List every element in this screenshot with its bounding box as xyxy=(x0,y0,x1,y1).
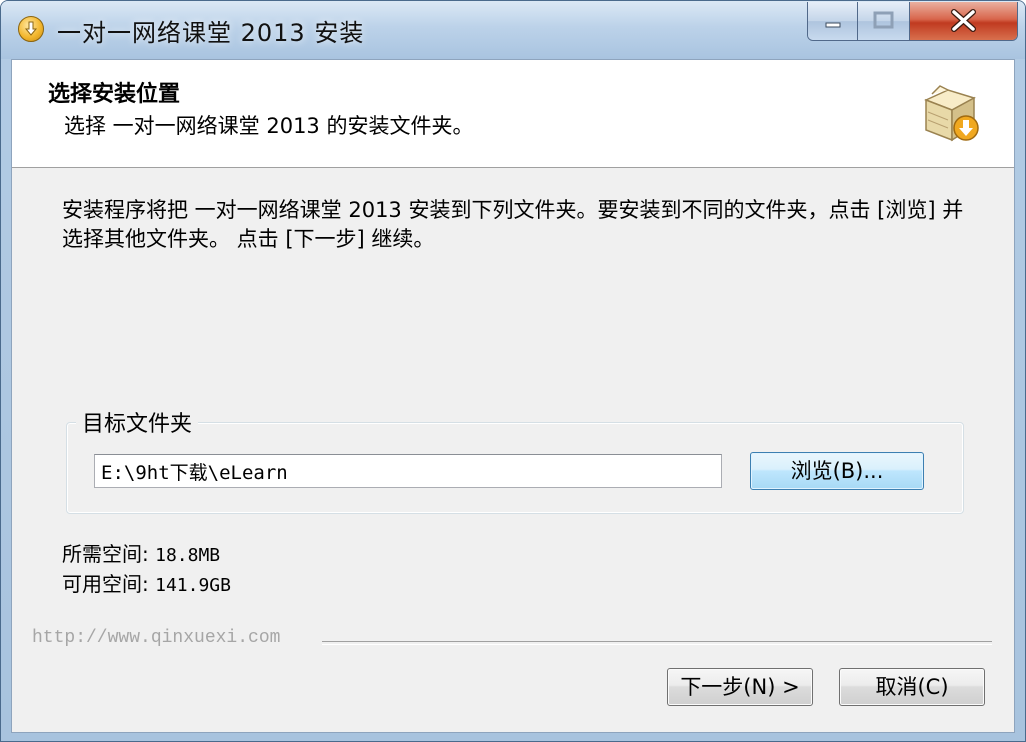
space-available-label: 可用空间: xyxy=(62,572,149,596)
destination-folder-label: 目标文件夹 xyxy=(76,406,199,438)
maximize-icon xyxy=(873,11,894,29)
close-button[interactable] xyxy=(910,2,1017,40)
space-required-label: 所需空间: xyxy=(62,542,149,566)
browse-button[interactable]: 浏览(B)... xyxy=(750,452,924,490)
space-required: 所需空间: 18.8MB xyxy=(62,538,220,567)
space-available-value: 141.9GB xyxy=(155,575,231,596)
installer-window: 一对一网络课堂 2013 安装 选择安装位置 选择 一对一网络课堂 2013 的… xyxy=(0,0,1026,742)
install-box-icon xyxy=(924,85,979,142)
space-available: 可用空间: 141.9GB xyxy=(62,568,231,597)
window-controls xyxy=(807,2,1018,41)
installer-app-icon[interactable] xyxy=(18,16,44,42)
header-panel: 选择安装位置 选择 一对一网络课堂 2013 的安装文件夹。 xyxy=(12,60,1014,168)
minimize-icon xyxy=(825,22,841,28)
close-icon xyxy=(951,9,976,32)
space-required-value: 18.8MB xyxy=(155,545,221,566)
title-bar[interactable]: 一对一网络课堂 2013 安装 xyxy=(1,1,1025,59)
dialog-client-area: 选择安装位置 选择 一对一网络课堂 2013 的安装文件夹。 安装程序将把 一对… xyxy=(11,59,1015,733)
install-path-input[interactable] xyxy=(94,454,722,488)
page-subtitle: 选择 一对一网络课堂 2013 的安装文件夹。 xyxy=(64,114,474,138)
footer-divider xyxy=(322,641,992,645)
cancel-button[interactable]: 取消(C) xyxy=(839,668,985,706)
page-title: 选择安装位置 xyxy=(48,82,181,107)
instructions-text: 安装程序将把 一对一网络课堂 2013 安装到下列文件夹。要安装到不同的文件夹，… xyxy=(62,198,964,251)
next-button[interactable]: 下一步(N) > xyxy=(667,668,813,706)
maximize-button[interactable] xyxy=(858,2,910,40)
branding-text: http://www.qinxuexi.com xyxy=(32,628,281,648)
window-title: 一对一网络课堂 2013 安装 xyxy=(57,19,365,47)
minimize-button[interactable] xyxy=(808,2,858,40)
